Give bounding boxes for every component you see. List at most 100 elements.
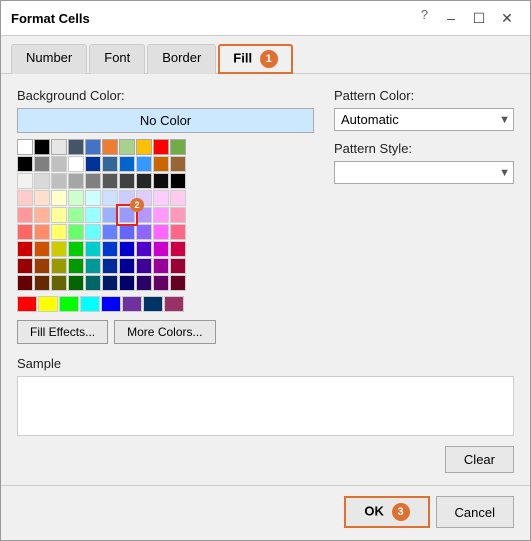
- color-cell[interactable]: [170, 258, 186, 274]
- color-cell[interactable]: [17, 139, 33, 155]
- color-cell[interactable]: [34, 241, 50, 257]
- color-cell[interactable]: [102, 139, 118, 155]
- color-cell[interactable]: [68, 173, 84, 189]
- color-cell[interactable]: [85, 241, 101, 257]
- color-cell[interactable]: [153, 190, 169, 206]
- color-cell[interactable]: [170, 207, 186, 223]
- color-cell[interactable]: [170, 156, 186, 172]
- color-cell[interactable]: [119, 156, 135, 172]
- color-cell[interactable]: [17, 173, 33, 189]
- color-cell[interactable]: [153, 207, 169, 223]
- ok-button[interactable]: OK 3: [344, 496, 429, 528]
- color-cell[interactable]: [51, 156, 67, 172]
- color-cell[interactable]: [85, 173, 101, 189]
- color-cell[interactable]: [136, 275, 152, 291]
- no-color-button[interactable]: No Color: [17, 108, 314, 133]
- color-cell[interactable]: [85, 258, 101, 274]
- color-cell[interactable]: [170, 224, 186, 240]
- color-cell[interactable]: [68, 241, 84, 257]
- color-cell[interactable]: [153, 241, 169, 257]
- color-cell[interactable]: [34, 156, 50, 172]
- tab-number[interactable]: Number: [11, 44, 87, 74]
- color-cell[interactable]: [68, 156, 84, 172]
- color-cell[interactable]: [119, 241, 135, 257]
- color-cell[interactable]: [136, 139, 152, 155]
- color-cell[interactable]: [164, 296, 184, 312]
- color-cell[interactable]: [102, 224, 118, 240]
- color-cell[interactable]: [101, 296, 121, 312]
- color-cell[interactable]: [34, 139, 50, 155]
- color-cell[interactable]: [153, 275, 169, 291]
- color-cell[interactable]: [85, 207, 101, 223]
- color-cell[interactable]: [17, 241, 33, 257]
- color-cell[interactable]: [170, 173, 186, 189]
- fill-effects-button[interactable]: Fill Effects...: [17, 320, 108, 344]
- color-cell[interactable]: [119, 173, 135, 189]
- color-cell[interactable]: [68, 258, 84, 274]
- clear-button[interactable]: Clear: [445, 446, 514, 473]
- color-cell[interactable]: [122, 296, 142, 312]
- color-cell[interactable]: [17, 296, 37, 312]
- color-cell[interactable]: [38, 296, 58, 312]
- color-cell[interactable]: [34, 207, 50, 223]
- color-cell[interactable]: [85, 156, 101, 172]
- color-cell[interactable]: [85, 190, 101, 206]
- color-cell[interactable]: [51, 258, 67, 274]
- color-cell[interactable]: [68, 190, 84, 206]
- close-button[interactable]: ✕: [494, 7, 520, 29]
- color-cell[interactable]: [102, 156, 118, 172]
- color-cell[interactable]: [34, 173, 50, 189]
- color-cell[interactable]: [136, 241, 152, 257]
- color-cell[interactable]: [34, 190, 50, 206]
- color-cell[interactable]: [143, 296, 163, 312]
- color-cell[interactable]: [136, 224, 152, 240]
- color-cell[interactable]: [102, 241, 118, 257]
- color-cell[interactable]: [68, 139, 84, 155]
- color-cell[interactable]: [17, 258, 33, 274]
- color-cell[interactable]: [85, 224, 101, 240]
- color-cell[interactable]: [51, 207, 67, 223]
- color-cell[interactable]: [102, 258, 118, 274]
- cancel-button[interactable]: Cancel: [436, 496, 514, 528]
- color-cell[interactable]: [136, 173, 152, 189]
- color-cell[interactable]: [51, 224, 67, 240]
- color-cell[interactable]: [34, 275, 50, 291]
- color-cell[interactable]: [51, 139, 67, 155]
- color-cell[interactable]: [17, 190, 33, 206]
- color-cell[interactable]: [170, 139, 186, 155]
- color-cell[interactable]: [170, 190, 186, 206]
- color-cell[interactable]: [68, 224, 84, 240]
- color-cell[interactable]: [102, 173, 118, 189]
- color-cell[interactable]: [153, 139, 169, 155]
- color-cell[interactable]: [17, 207, 33, 223]
- tab-font[interactable]: Font: [89, 44, 145, 74]
- help-icon[interactable]: ?: [421, 7, 428, 29]
- color-cell[interactable]: [153, 156, 169, 172]
- color-cell[interactable]: [119, 258, 135, 274]
- color-cell[interactable]: [17, 224, 33, 240]
- color-cell[interactable]: [85, 275, 101, 291]
- maximize-button[interactable]: ☐: [466, 7, 492, 29]
- color-cell[interactable]: [102, 275, 118, 291]
- color-cell[interactable]: [34, 224, 50, 240]
- color-cell[interactable]: [80, 296, 100, 312]
- color-cell[interactable]: [51, 275, 67, 291]
- color-cell[interactable]: [170, 241, 186, 257]
- color-cell[interactable]: [17, 275, 33, 291]
- tab-border[interactable]: Border: [147, 44, 216, 74]
- color-cell[interactable]: [59, 296, 79, 312]
- tab-fill[interactable]: Fill 1: [218, 44, 292, 74]
- color-cell[interactable]: [153, 258, 169, 274]
- minimize-button[interactable]: –: [438, 7, 464, 29]
- color-cell[interactable]: [170, 275, 186, 291]
- color-cell[interactable]: [68, 275, 84, 291]
- color-cell[interactable]: [119, 224, 135, 240]
- color-cell[interactable]: 2: [119, 207, 135, 223]
- color-cell[interactable]: [102, 207, 118, 223]
- color-cell[interactable]: [119, 275, 135, 291]
- color-cell[interactable]: [119, 139, 135, 155]
- pattern-color-select[interactable]: Automatic: [334, 108, 514, 131]
- color-cell[interactable]: [51, 241, 67, 257]
- pattern-style-select[interactable]: [334, 161, 514, 184]
- color-cell[interactable]: [136, 156, 152, 172]
